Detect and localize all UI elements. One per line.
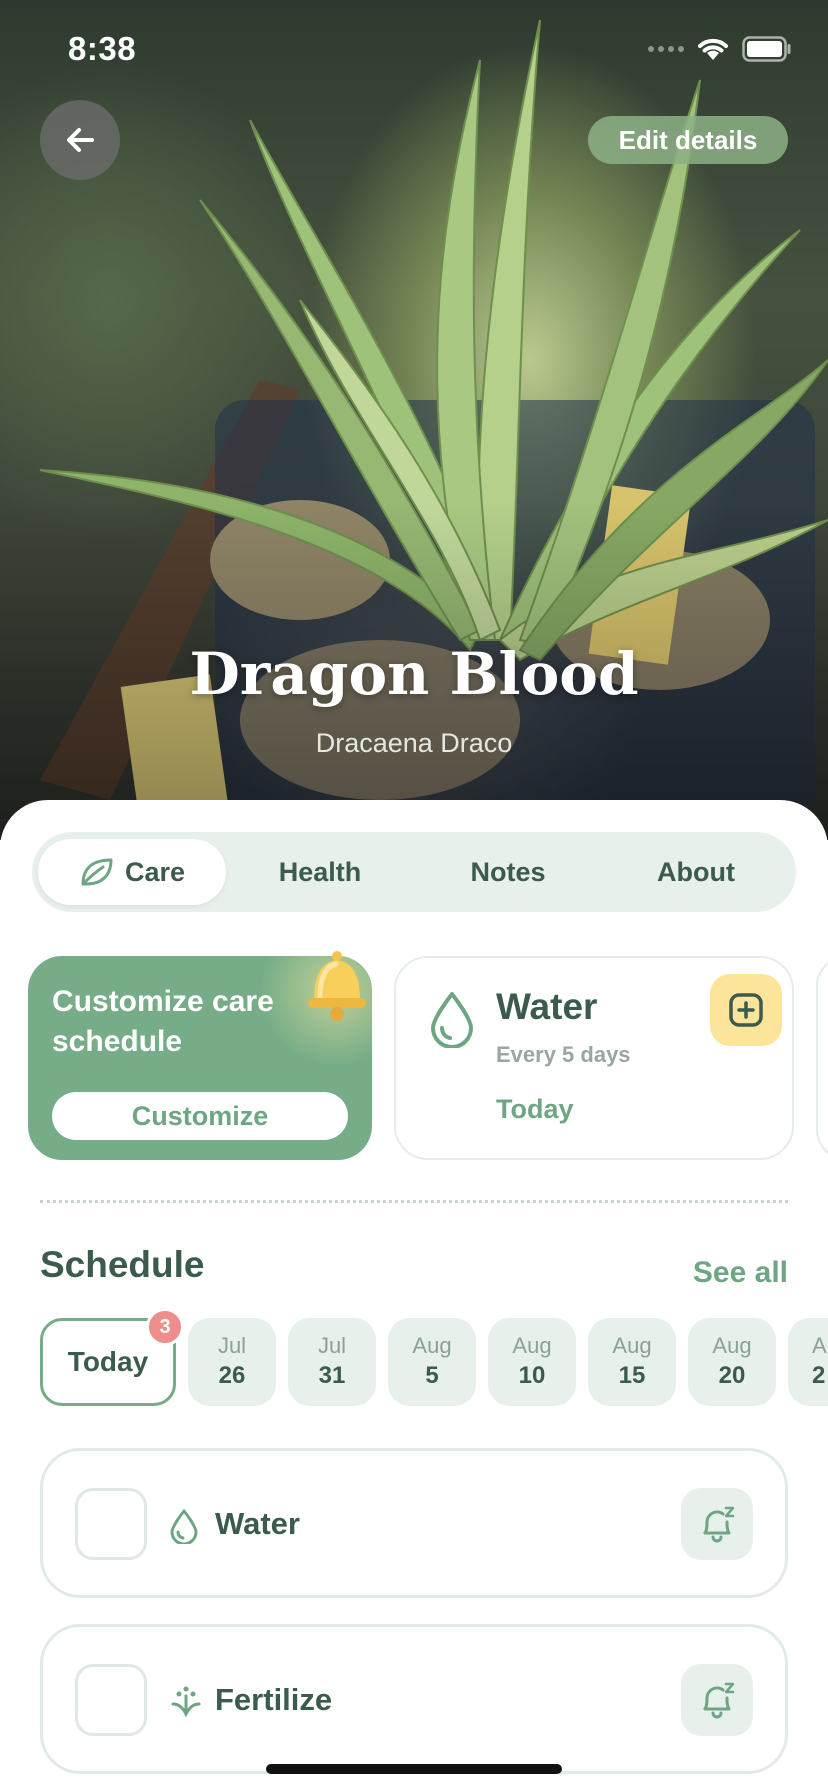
add-square-icon bbox=[729, 993, 763, 1027]
promo-title: Customize care schedule bbox=[52, 985, 274, 1058]
tab-care-label: Care bbox=[124, 856, 186, 887]
task-checkbox[interactable] bbox=[75, 1664, 147, 1736]
plant-latin-name: Dracaena Draco bbox=[315, 728, 513, 758]
arrow-left-icon bbox=[67, 128, 94, 152]
task-item-water[interactable]: Water bbox=[40, 1448, 788, 1598]
date-pill[interactable]: Aug 10 bbox=[488, 1318, 576, 1406]
date-month: Jul bbox=[217, 1333, 247, 1358]
tab-care[interactable]: Care bbox=[38, 839, 226, 905]
fertilize-icon bbox=[171, 1686, 201, 1718]
date-pill[interactable]: Aug 15 bbox=[588, 1318, 676, 1406]
snooze-reminder-button[interactable] bbox=[681, 1664, 753, 1736]
bell-snooze-icon bbox=[703, 1506, 735, 1543]
battery-icon bbox=[742, 36, 791, 62]
date-day: 10 bbox=[518, 1362, 546, 1389]
date-pill[interactable]: Jul 31 bbox=[288, 1318, 376, 1406]
status-time: 8:38 bbox=[68, 30, 137, 67]
tab-notes-label: Notes bbox=[470, 856, 546, 887]
date-month: Au bbox=[812, 1333, 828, 1358]
date-month: Aug bbox=[412, 1333, 452, 1358]
see-all-link[interactable]: See all bbox=[693, 1256, 788, 1290]
date-today-label: Today bbox=[67, 1346, 149, 1377]
task-label: Water bbox=[215, 1506, 300, 1541]
task-checkbox[interactable] bbox=[75, 1488, 147, 1560]
care-card-title: Water bbox=[496, 986, 598, 1027]
date-month: Aug bbox=[612, 1333, 652, 1358]
tab-health[interactable]: Health bbox=[226, 839, 414, 905]
customize-button[interactable]: Customize bbox=[52, 1092, 348, 1140]
care-card-water[interactable]: Water Every 5 days Today bbox=[394, 956, 794, 1160]
tab-about-label: About bbox=[657, 856, 735, 887]
task-label: Fertilize bbox=[215, 1682, 333, 1717]
date-month: Jul bbox=[317, 1333, 347, 1358]
date-pill[interactable]: Aug 20 bbox=[688, 1318, 776, 1406]
today-task-count-badge: 3 bbox=[146, 1308, 184, 1346]
snooze-reminder-button[interactable] bbox=[681, 1488, 753, 1560]
task-item-fertilize[interactable]: Fertilize bbox=[40, 1624, 788, 1774]
back-button[interactable] bbox=[40, 100, 120, 180]
care-card-next-peek[interactable] bbox=[816, 956, 828, 1160]
date-day: 31 bbox=[318, 1362, 346, 1389]
date-day: 2 bbox=[812, 1362, 826, 1389]
edit-details-button[interactable]: Edit details bbox=[588, 116, 788, 164]
date-month: Aug bbox=[512, 1333, 552, 1358]
home-indicator bbox=[266, 1764, 562, 1774]
date-month: Aug bbox=[712, 1333, 752, 1358]
date-day: 26 bbox=[218, 1362, 246, 1389]
tab-about[interactable]: About bbox=[602, 839, 790, 905]
plant-name: Dragon Blood bbox=[189, 640, 639, 708]
bell-snooze-icon bbox=[703, 1682, 735, 1719]
bell-icon bbox=[308, 951, 366, 1021]
date-day: 20 bbox=[718, 1362, 746, 1389]
tab-health-label: Health bbox=[278, 856, 362, 887]
log-care-button[interactable] bbox=[710, 974, 782, 1046]
water-drop-icon bbox=[170, 1509, 198, 1544]
care-card-frequency: Every 5 days bbox=[496, 1042, 631, 1067]
section-divider bbox=[40, 1200, 788, 1203]
water-drop-icon bbox=[431, 992, 473, 1048]
leaf-icon bbox=[81, 858, 113, 886]
date-pill[interactable]: Au 2 bbox=[788, 1318, 828, 1406]
cellular-signal-icon bbox=[648, 46, 684, 52]
date-pill[interactable]: Jul 26 bbox=[188, 1318, 276, 1406]
care-card-next: Today bbox=[496, 1094, 574, 1124]
status-icons bbox=[648, 36, 792, 62]
schedule-title: Schedule bbox=[40, 1244, 205, 1285]
tab-bar: Care Health Notes About bbox=[32, 832, 796, 912]
date-day: 5 bbox=[425, 1362, 439, 1389]
wifi-icon bbox=[698, 38, 728, 60]
tab-notes[interactable]: Notes bbox=[414, 839, 602, 905]
plant-detail-sheet: Care Health Notes About Customize care s… bbox=[0, 800, 828, 1792]
date-day: 15 bbox=[618, 1362, 646, 1389]
date-pill[interactable]: Aug 5 bbox=[388, 1318, 476, 1406]
